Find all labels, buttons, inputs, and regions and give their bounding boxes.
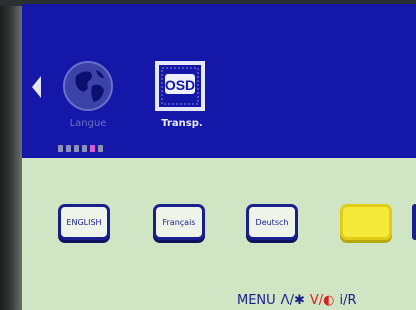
language-button-selected[interactable] bbox=[340, 204, 392, 240]
osd-transparency-icon[interactable]: OSD bbox=[154, 60, 206, 112]
hint-info: i/R bbox=[339, 292, 357, 308]
page-dot bbox=[66, 145, 71, 152]
language-button-deutsch[interactable]: Deutsch bbox=[246, 204, 298, 240]
page-dot bbox=[74, 145, 79, 152]
globe-icon[interactable] bbox=[62, 60, 114, 112]
page-dot bbox=[58, 145, 63, 152]
language-button-partial[interactable] bbox=[412, 204, 416, 240]
language-button-francais[interactable]: Français bbox=[153, 204, 205, 240]
page-dot bbox=[82, 145, 87, 152]
button-hints-bar: MENU Λ/✱ V/◐ i/R bbox=[237, 290, 357, 310]
osd-icon-text: OSD bbox=[165, 77, 195, 93]
left-arrow-icon[interactable] bbox=[32, 76, 41, 98]
hint-menu: MENU bbox=[237, 292, 276, 308]
menu-label-language: Langue bbox=[69, 118, 107, 129]
page-indicator bbox=[58, 145, 103, 152]
hint-down: V/◐ bbox=[309, 292, 335, 308]
monitor-bezel-left bbox=[0, 0, 22, 310]
page-dot-active bbox=[90, 145, 95, 152]
menu-label-transparency: Transp. bbox=[161, 118, 203, 129]
hint-up: Λ/✱ bbox=[280, 292, 305, 308]
language-button-english[interactable]: ENGLISH bbox=[58, 204, 110, 240]
page-dot bbox=[98, 145, 103, 152]
